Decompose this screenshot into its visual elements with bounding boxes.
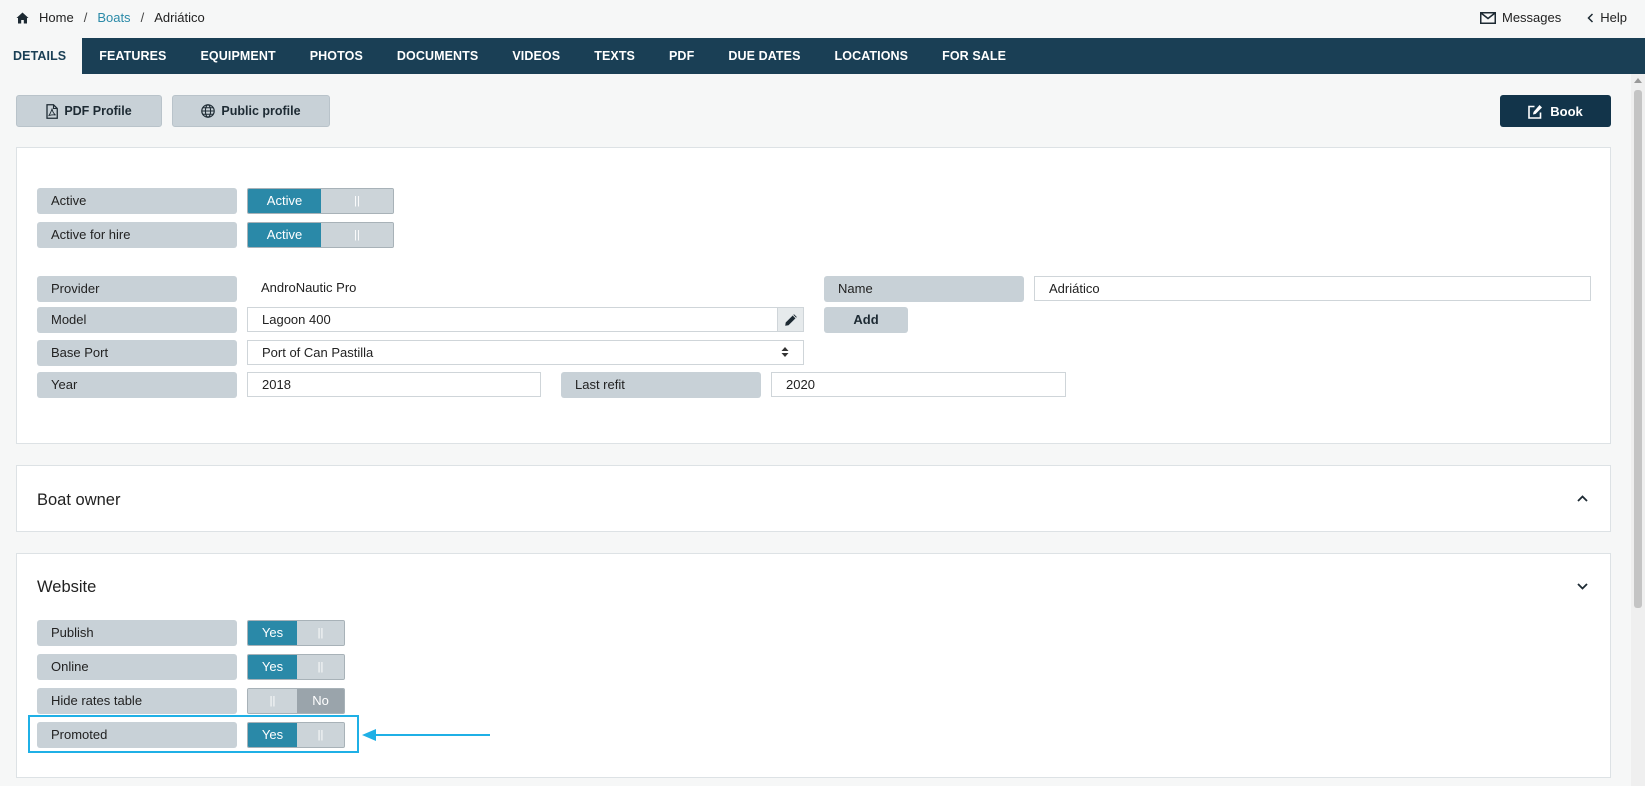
toggle-handle: ||: [297, 621, 344, 645]
name-field[interactable]: Adriático: [1034, 276, 1591, 301]
active-for-hire-toggle[interactable]: Active ||: [247, 222, 394, 248]
year-label: Year: [37, 372, 237, 398]
scroll-up-icon[interactable]: [1634, 78, 1642, 83]
scrollbar-thumb[interactable]: [1634, 90, 1642, 608]
messages-link[interactable]: Messages: [1480, 10, 1561, 25]
tab-locations[interactable]: LOCATIONS: [818, 38, 926, 74]
hide-rates-toggle[interactable]: || No: [247, 688, 345, 714]
base-port-label: Base Port: [37, 340, 237, 366]
active-toggle-on: Active: [248, 189, 321, 213]
year-field[interactable]: 2018: [247, 372, 541, 397]
last-refit-label: Last refit: [561, 372, 761, 398]
edit-model-button[interactable]: [777, 307, 804, 332]
pdf-profile-label: PDF Profile: [64, 104, 132, 118]
breadcrumb: Home / Boats / Adriático: [16, 10, 205, 25]
name-label: Name: [824, 276, 1024, 302]
boat-owner-card[interactable]: Boat owner: [16, 465, 1611, 532]
breadcrumb-current: Adriático: [154, 10, 205, 25]
select-sort-icon: [781, 347, 789, 357]
messages-label: Messages: [1502, 10, 1562, 25]
top-right-links: Messages Help: [1480, 10, 1627, 25]
toggle-handle: ||: [321, 189, 393, 213]
tab-pdf[interactable]: PDF: [652, 38, 711, 74]
top-bar: Home / Boats / Adriático Messages Help: [0, 0, 1645, 38]
tab-due-dates[interactable]: DUE DATES: [711, 38, 817, 74]
pdf-profile-button[interactable]: PDF Profile: [16, 95, 162, 127]
chevron-up-icon[interactable]: [1577, 495, 1588, 502]
tab-bar: DETAILS FEATURES EQUIPMENT PHOTOS DOCUME…: [0, 38, 1645, 74]
tab-videos[interactable]: VIDEOS: [495, 38, 577, 74]
hide-rates-label: Hide rates table: [37, 688, 237, 714]
help-link[interactable]: Help: [1587, 10, 1627, 25]
edit-square-icon: [1528, 104, 1543, 119]
online-label: Online: [37, 654, 237, 680]
public-profile-button[interactable]: Public profile: [172, 95, 330, 127]
website-title: Website: [37, 578, 97, 596]
online-toggle[interactable]: Yes ||: [247, 654, 345, 680]
active-for-hire-toggle-on: Active: [248, 223, 321, 247]
publish-toggle-on: Yes: [248, 621, 297, 645]
model-label: Model: [37, 307, 237, 333]
breadcrumb-boats[interactable]: Boats: [97, 10, 130, 25]
tab-details[interactable]: DETAILS: [0, 38, 83, 74]
home-icon[interactable]: [16, 12, 29, 24]
last-refit-field[interactable]: 2020: [771, 372, 1066, 397]
pdf-file-icon: [46, 103, 59, 119]
publish-label: Publish: [37, 620, 237, 646]
provider-value: AndroNautic Pro: [261, 280, 357, 295]
tab-features[interactable]: FEATURES: [82, 38, 183, 74]
active-label: Active: [37, 188, 237, 214]
publish-toggle[interactable]: Yes ||: [247, 620, 345, 646]
toggle-handle: ||: [321, 223, 393, 247]
model-field[interactable]: Lagoon 400: [247, 307, 778, 332]
online-toggle-on: Yes: [248, 655, 297, 679]
active-for-hire-label: Active for hire: [37, 222, 237, 248]
chevron-left-icon: [1587, 12, 1594, 23]
add-model-button[interactable]: Add: [824, 307, 908, 333]
pencil-icon: [784, 313, 797, 326]
breadcrumb-separator: /: [83, 10, 88, 25]
globe-icon: [201, 104, 216, 118]
tab-photos[interactable]: PHOTOS: [293, 38, 380, 74]
help-label: Help: [1600, 10, 1627, 25]
hide-rates-toggle-off: No: [297, 689, 344, 713]
tab-texts[interactable]: TEXTS: [577, 38, 652, 74]
public-profile-label: Public profile: [221, 104, 301, 118]
breadcrumb-separator: /: [140, 10, 145, 25]
book-label: Book: [1550, 103, 1583, 119]
toggle-handle: ||: [297, 655, 344, 679]
active-toggle[interactable]: Active ||: [247, 188, 394, 214]
arrow-left-icon: [362, 729, 490, 741]
breadcrumb-home[interactable]: Home: [39, 10, 74, 25]
book-button[interactable]: Book: [1500, 95, 1611, 127]
base-port-select[interactable]: Port of Can Pastilla: [247, 340, 804, 365]
tab-for-sale[interactable]: FOR SALE: [925, 38, 1023, 74]
provider-label: Provider: [37, 276, 237, 302]
toggle-handle: ||: [248, 689, 297, 713]
envelope-icon: [1480, 11, 1496, 24]
page-scrollbar[interactable]: [1631, 74, 1645, 786]
chevron-down-icon[interactable]: [1577, 583, 1588, 590]
tab-documents[interactable]: DOCUMENTS: [380, 38, 495, 74]
promoted-highlight-box: [28, 715, 359, 753]
boat-owner-title: Boat owner: [37, 491, 121, 509]
tab-equipment[interactable]: EQUIPMENT: [184, 38, 293, 74]
